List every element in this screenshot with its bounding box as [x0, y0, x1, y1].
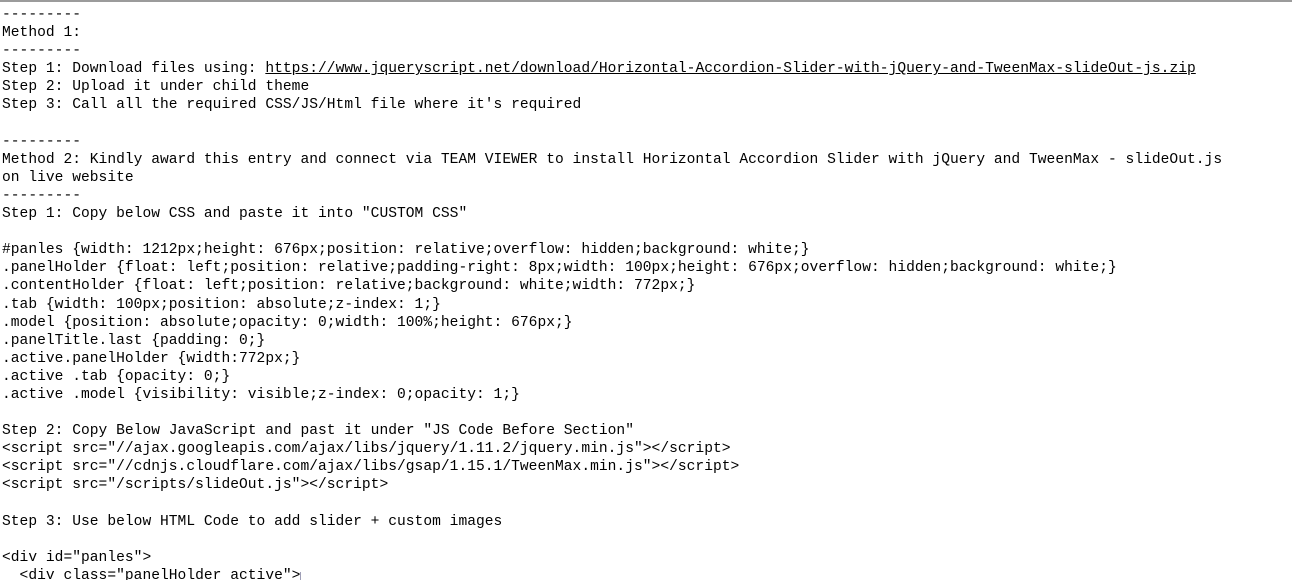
script-tag-jquery: <script src="//ajax.googleapis.com/ajax/… — [2, 441, 731, 458]
text-caret — [300, 572, 301, 580]
html-div-panles: <div id="panles"> — [2, 549, 152, 566]
css-rule-paneltitle-last: .panelTitle.last {padding: 0;} — [2, 332, 266, 349]
method-1-heading: Method 1: — [2, 25, 81, 42]
css-rule-contentholder: .contentHolder {float: left;position: re… — [2, 278, 696, 295]
css-rule-panles: #panles {width: 1212px;height: 676px;pos… — [2, 242, 810, 259]
css-rule-tab: .tab {width: 100px;position: absolute;z-… — [2, 296, 441, 313]
separator-rule-under-method-1: --------- — [2, 43, 81, 60]
method-2-heading-continued: on live website — [2, 169, 134, 186]
method-1-step-1-label: Step 1: Download files using: — [2, 61, 266, 78]
css-rule-active-panelholder: .active.panelHolder {width:772px;} — [2, 350, 301, 367]
method-1-step-1-line: Step 1: Download files using: https://ww… — [2, 60, 1292, 78]
method-2-heading: Method 2: Kindly award this entry and co… — [2, 151, 1223, 168]
separator-rule-top: --------- — [2, 7, 81, 23]
method-2-step-1: Step 1: Copy below CSS and paste it into… — [2, 206, 468, 223]
download-link[interactable]: https://www.jqueryscript.net/download/Ho… — [265, 61, 1195, 77]
method-2-step-3: Step 3: Use below HTML Code to add slide… — [2, 513, 503, 530]
method-1-step-3: Step 3: Call all the required CSS/JS/Htm… — [2, 97, 582, 114]
script-tag-slideout: <script src="/scripts/slideOut.js"></scr… — [2, 477, 389, 494]
css-rule-model: .model {position: absolute;opacity: 0;wi… — [2, 314, 573, 331]
html-div-panelholder-active: <div class="panelHolder active"> — [2, 567, 301, 580]
css-rule-active-tab: .active .tab {opacity: 0;} — [2, 368, 231, 385]
separator-rule-under-method-2: --------- — [2, 187, 81, 204]
css-rule-active-model: .active .model {visibility: visible;z-in… — [2, 386, 520, 403]
text-document-view[interactable]: --------- Method 1: --------- Step 1: Do… — [0, 0, 1292, 580]
css-rule-panelholder: .panelHolder {float: left;position: rela… — [2, 260, 1117, 277]
script-tag-tweenmax: <script src="//cdnjs.cloudflare.com/ajax… — [2, 459, 740, 476]
method-2-step-2: Step 2: Copy Below JavaScript and past i… — [2, 423, 634, 440]
separator-rule-above-method-2: --------- — [2, 133, 81, 150]
method-1-step-2: Step 2: Upload it under child theme — [2, 79, 310, 96]
document-body[interactable]: --------- Method 1: --------- Step 1: Do… — [0, 2, 1292, 580]
